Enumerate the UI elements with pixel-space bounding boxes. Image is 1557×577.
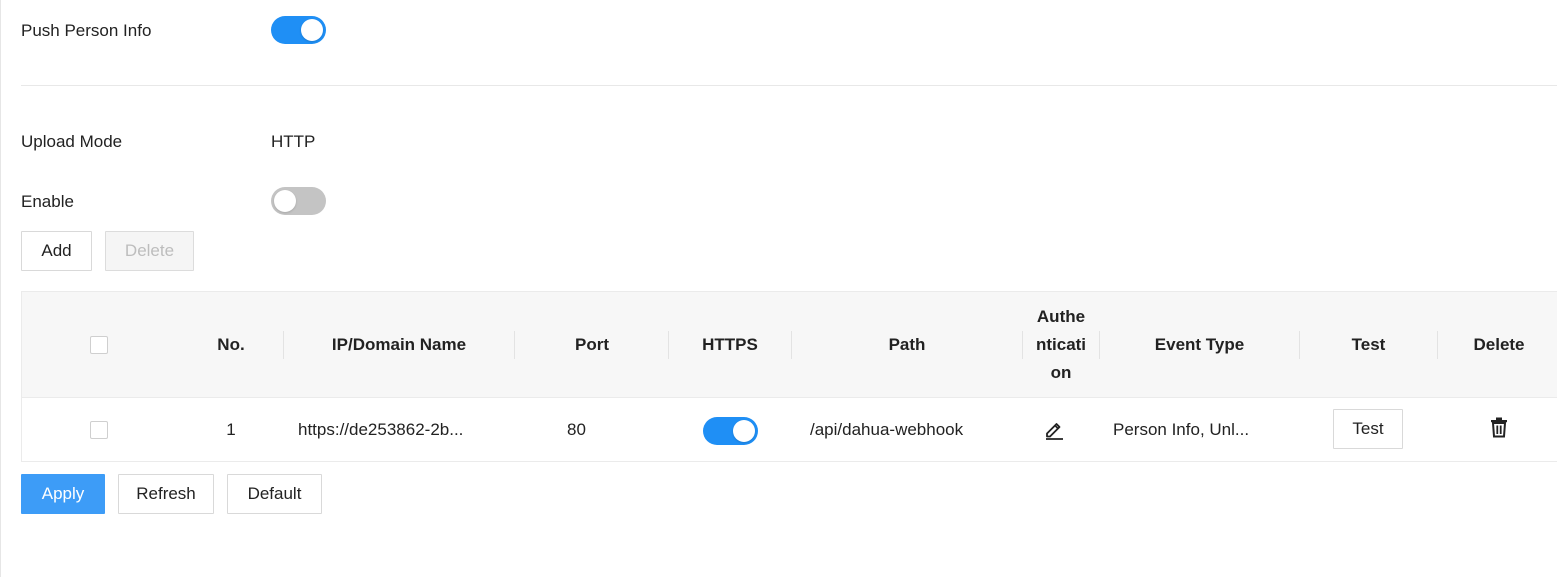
add-button[interactable]: Add (21, 231, 92, 271)
row-port: 80 (567, 420, 586, 439)
default-button[interactable]: Default (227, 474, 322, 514)
webhook-table: No. IP/Domain Name Port HTTPS Path Authe… (21, 291, 1557, 462)
pencil-edit-icon[interactable] (1042, 417, 1066, 441)
row-no: 1 (226, 420, 236, 439)
switch-knob (733, 420, 755, 442)
upload-mode-label: Upload Mode (21, 132, 123, 151)
push-person-info-page: Push Person Info Upload Mode HTTP Enable… (0, 0, 1557, 577)
upload-mode-value: HTTP (271, 132, 316, 151)
switch-knob (274, 190, 296, 212)
select-all-checkbox[interactable] (90, 336, 108, 354)
row-checkbox[interactable] (90, 421, 108, 439)
row-event-type: Person Info, Unl... (1113, 420, 1250, 439)
header-event-type: Event Type (1154, 334, 1245, 354)
section-divider (21, 85, 1557, 86)
enable-switch[interactable] (271, 187, 326, 215)
delete-button[interactable]: Delete (105, 231, 194, 271)
row-test-button[interactable]: Test (1333, 409, 1403, 449)
header-no: No. (217, 334, 245, 354)
header-path: Path (888, 334, 926, 354)
push-person-info-label: Push Person Info (21, 21, 152, 40)
left-border (0, 0, 1, 577)
row-https-switch[interactable] (703, 417, 758, 445)
header-test: Test (1351, 334, 1386, 354)
header-delete: Delete (1473, 334, 1525, 354)
header-ip-domain: IP/Domain Name (331, 334, 467, 354)
header-https: HTTPS (702, 334, 758, 354)
row-path: /api/dahua-webhook (810, 420, 964, 439)
row-ip-domain: https://de253862-2b... (298, 420, 464, 439)
refresh-button[interactable]: Refresh (118, 474, 214, 514)
table-header: No. IP/Domain Name Port HTTPS Path Authe… (22, 292, 1557, 398)
enable-label: Enable (21, 192, 74, 211)
push-person-info-switch[interactable] (271, 16, 326, 44)
switch-knob (301, 19, 323, 41)
header-authentication: Authe nticati on (1035, 306, 1087, 382)
apply-button[interactable]: Apply (21, 474, 105, 514)
header-port: Port (575, 334, 609, 354)
trash-icon[interactable] (1487, 415, 1511, 439)
